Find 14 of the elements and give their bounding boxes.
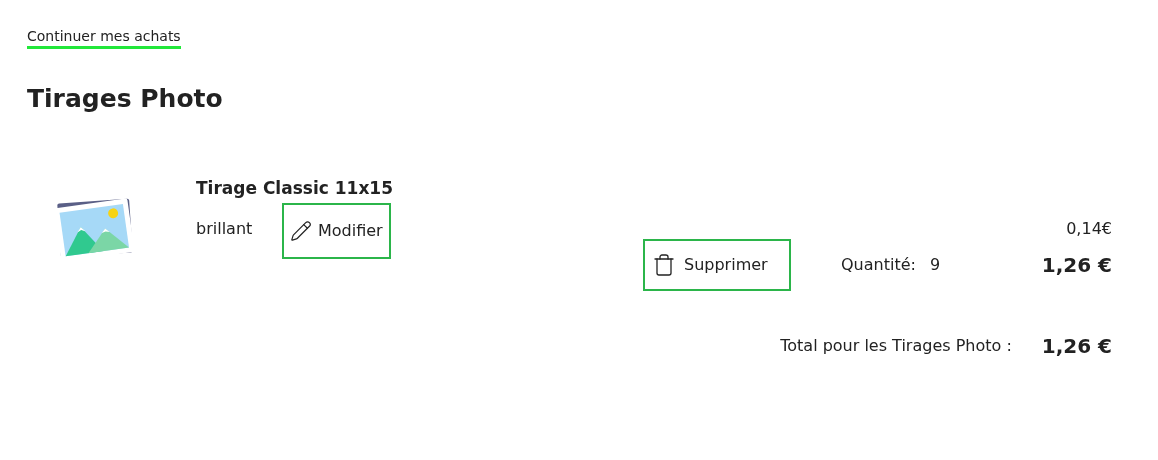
product-finish: brillant <box>196 218 254 240</box>
product-name: Tirage Classic 11x15 <box>196 177 394 199</box>
pencil-icon <box>290 220 312 242</box>
continue-shopping-link[interactable]: Continuer mes achats <box>27 27 181 49</box>
section-title: Tirages Photo <box>27 83 224 115</box>
total-label: Total pour les Tirages Photo : <box>780 335 1012 357</box>
quantity-value: 9 <box>929 254 941 276</box>
total-value: 1,26 € <box>1041 333 1112 360</box>
quantity-label: Quantité: <box>841 254 916 276</box>
edit-button[interactable]: Modifier <box>282 203 391 259</box>
delete-button[interactable]: Supprimer <box>643 239 791 291</box>
trash-icon <box>652 253 676 277</box>
unit-price: 0,14€ <box>1066 219 1112 239</box>
line-total: 1,26 € <box>1041 252 1112 279</box>
